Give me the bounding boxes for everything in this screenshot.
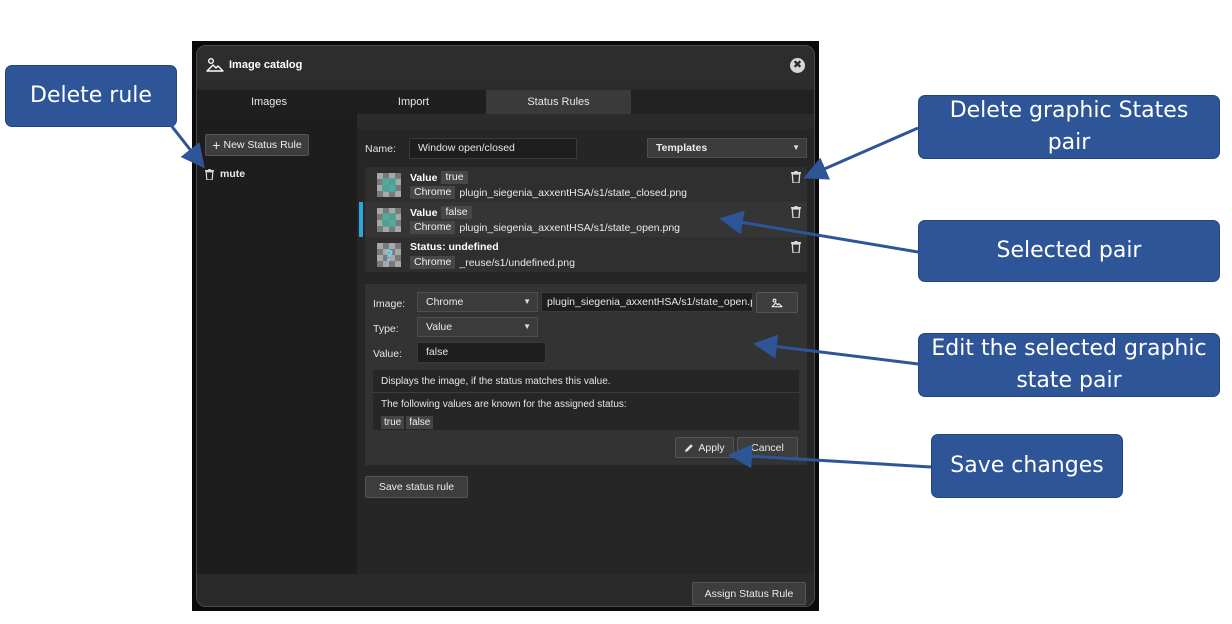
pair-title: Status: undefined: [410, 241, 499, 253]
assign-status-rule-button[interactable]: Assign Status Rule: [692, 582, 806, 605]
pair-value: true: [441, 171, 468, 184]
info-box: Displays the image, if the status matche…: [373, 370, 799, 430]
callout-delete-rule: Delete rule: [5, 65, 177, 127]
close-icon: ✖: [792, 59, 803, 71]
dialog-title: Image catalog: [229, 59, 303, 71]
callout-selected-pair: Selected pair: [918, 220, 1220, 282]
callout-edit-pair: Edit the selected graphic state pair: [918, 333, 1220, 397]
pencil-icon: [685, 443, 694, 452]
state-pair-item[interactable]: Value true Chrome plugin_siegenia_axxent…: [365, 167, 807, 202]
image-catalog-dialog: Image catalog ✖ Images Import Status Rul…: [196, 45, 815, 607]
divider: [373, 392, 799, 393]
info-line-1: Displays the image, if the status matche…: [381, 376, 611, 387]
image-thumbnail: [377, 173, 401, 197]
rule-name-field[interactable]: Window open/closed: [409, 138, 577, 159]
pair-path: plugin_siegenia_axxentHSA/s1/state_close…: [459, 186, 688, 199]
state-pair-list: Value true Chrome plugin_siegenia_axxent…: [359, 167, 807, 272]
selection-indicator: [359, 202, 363, 237]
arrow-delete-pair: [803, 126, 919, 180]
templates-dropdown[interactable]: Templates ▼: [647, 138, 807, 158]
pair-title: Value: [410, 206, 438, 219]
plus-icon: +: [212, 137, 221, 153]
title-bar: Image catalog ✖: [197, 46, 814, 86]
pair-editor: Image: Chrome ▼ plugin_siegenia_axxentHS…: [365, 284, 807, 465]
type-dropdown[interactable]: Value ▼: [417, 317, 538, 337]
pair-path: plugin_siegenia_axxentHSA/s1/state_open.…: [459, 221, 681, 234]
image-thumbnail: [377, 208, 401, 232]
tab-bar: Images Import Status Rules: [197, 90, 814, 114]
close-button[interactable]: ✖: [790, 58, 805, 73]
apply-label: Apply: [698, 441, 725, 454]
image-path-field[interactable]: plugin_siegenia_axxentHSA/s1/state_open.…: [541, 292, 753, 312]
trash-icon[interactable]: [205, 168, 214, 180]
known-value-chip: true: [381, 416, 405, 429]
known-values: true false: [381, 412, 435, 430]
templates-label: Templates: [656, 142, 708, 154]
known-value-chip: false: [406, 416, 434, 429]
svg-text:?: ?: [384, 246, 393, 265]
info-line-2: The following values are known for the a…: [381, 399, 627, 410]
type-value: Value: [426, 321, 453, 333]
rule-editor-panel: Name: Window open/closed Templates ▼ Val…: [357, 129, 814, 575]
value-field[interactable]: false: [417, 342, 546, 363]
trash-icon[interactable]: [791, 206, 801, 218]
pair-source: Chrome: [410, 221, 456, 234]
state-pair-item-selected[interactable]: Value false Chrome plugin_siegenia_axxen…: [359, 202, 807, 237]
tab-status-rules[interactable]: Status Rules: [486, 90, 631, 114]
new-status-rule-button[interactable]: + New Status Rule: [205, 134, 309, 156]
pair-source: Chrome: [410, 256, 456, 269]
callout-save-changes: Save changes: [931, 434, 1123, 498]
chevron-down-icon: ▼: [523, 322, 531, 331]
image-landscape-icon: [771, 298, 783, 307]
unknown-image-icon: ?: [377, 243, 401, 267]
pair-title: Value: [410, 171, 438, 184]
state-pair-item[interactable]: ? Status: undefined Chrome _reuse/s1/und…: [365, 237, 807, 272]
image-source-dropdown[interactable]: Chrome ▼: [417, 292, 538, 312]
save-status-rule-button[interactable]: Save status rule: [365, 476, 468, 498]
chevron-down-icon: ▼: [523, 297, 531, 306]
dialog-footer: Assign Status Rule: [197, 574, 814, 606]
pair-source: Chrome: [410, 186, 456, 199]
tab-import[interactable]: Import: [341, 90, 486, 114]
pair-path: _reuse/s1/undefined.png: [459, 256, 575, 269]
browse-image-button[interactable]: [756, 292, 798, 313]
image-landscape-icon: [206, 58, 224, 72]
trash-icon[interactable]: [791, 171, 801, 183]
chevron-down-icon: ▼: [792, 143, 800, 152]
pair-value: false: [441, 206, 472, 219]
value-label: Value:: [373, 348, 402, 360]
image-catalog-window: Image catalog ✖ Images Import Status Rul…: [192, 41, 819, 611]
rule-list-item[interactable]: mute: [205, 168, 245, 180]
tab-images[interactable]: Images: [197, 90, 341, 114]
callout-delete-pair: Delete graphic States pair: [918, 95, 1220, 159]
rule-list-panel: + New Status Rule mute: [197, 114, 357, 574]
apply-button[interactable]: Apply: [675, 437, 734, 458]
type-label: Type:: [373, 323, 399, 335]
new-status-rule-label: New Status Rule: [223, 139, 302, 151]
trash-icon[interactable]: [791, 241, 801, 253]
image-source-value: Chrome: [426, 296, 464, 308]
name-label: Name:: [365, 143, 396, 155]
rule-name: mute: [220, 168, 246, 180]
cancel-button[interactable]: Cancel: [737, 437, 798, 458]
image-label: Image:: [373, 298, 406, 310]
